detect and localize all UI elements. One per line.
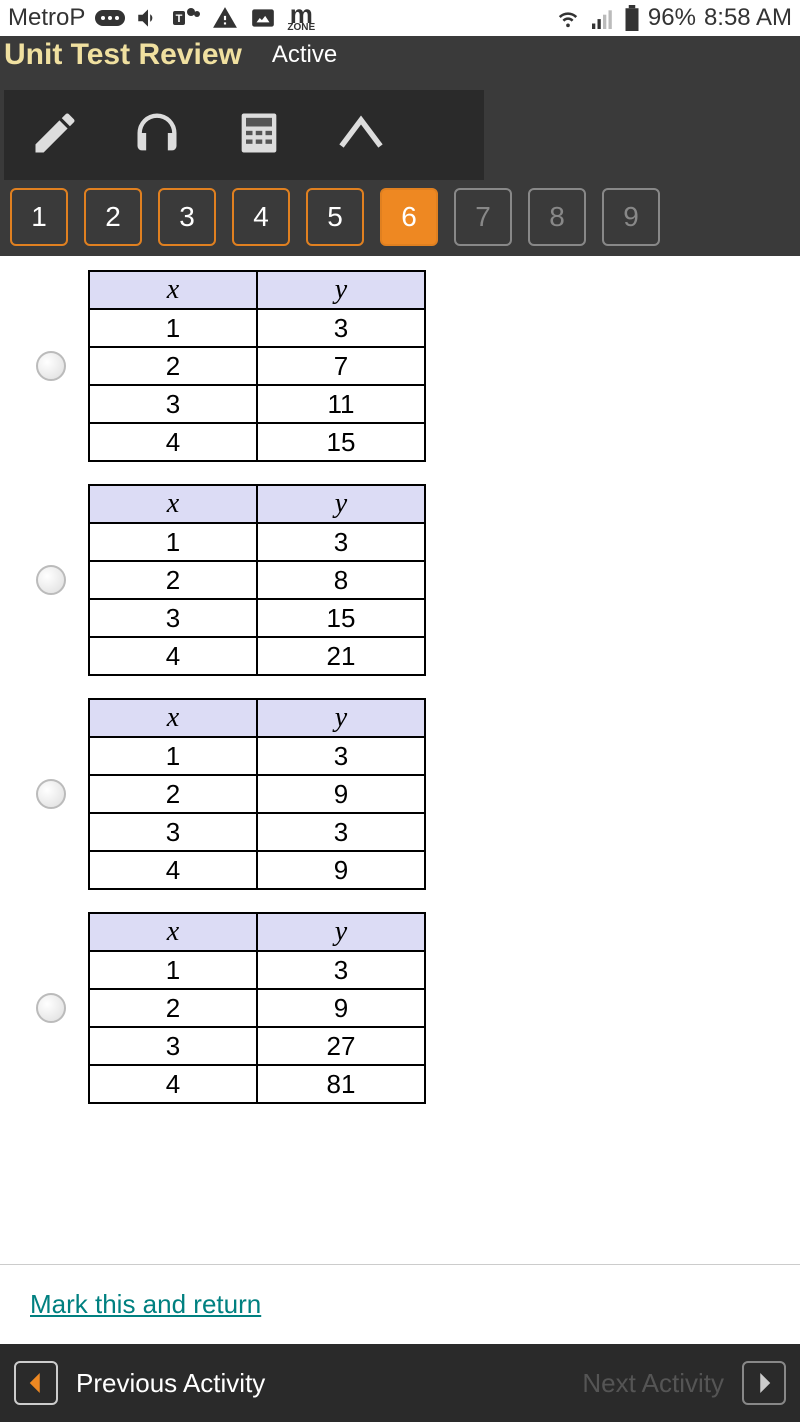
nav-question-2[interactable]: 2 bbox=[84, 188, 142, 246]
table-row: 421 bbox=[89, 637, 425, 675]
table-row: 33 bbox=[89, 813, 425, 851]
compass-icon[interactable] bbox=[335, 107, 387, 164]
option-table: xy1329327481 bbox=[88, 912, 426, 1104]
radio-option-1[interactable] bbox=[36, 351, 66, 381]
table-header: y bbox=[257, 271, 425, 309]
table-row: 327 bbox=[89, 1027, 425, 1065]
nav-question-3[interactable]: 3 bbox=[158, 188, 216, 246]
table-row: 13 bbox=[89, 737, 425, 775]
footer-nav: Previous Activity Next Activity bbox=[0, 1344, 800, 1422]
next-label: Next Activity bbox=[582, 1368, 724, 1399]
option-table: xy1328315421 bbox=[88, 484, 426, 676]
table-row: 13 bbox=[89, 951, 425, 989]
nav-question-1[interactable]: 1 bbox=[10, 188, 68, 246]
mark-return-link[interactable]: Mark this and return bbox=[30, 1289, 261, 1319]
battery-percent: 96% bbox=[648, 4, 696, 32]
volume-icon bbox=[135, 5, 161, 31]
more-icon bbox=[95, 8, 125, 28]
table-row: 315 bbox=[89, 599, 425, 637]
nav-question-4[interactable]: 4 bbox=[232, 188, 290, 246]
table-header: y bbox=[257, 699, 425, 737]
radio-option-3[interactable] bbox=[36, 779, 66, 809]
svg-text:T: T bbox=[176, 13, 183, 25]
table-header: x bbox=[89, 485, 257, 523]
battery-icon bbox=[624, 5, 640, 31]
answer-option: xy1329327481 bbox=[36, 912, 800, 1104]
table-header: x bbox=[89, 699, 257, 737]
next-button[interactable] bbox=[742, 1361, 786, 1405]
radio-option-2[interactable] bbox=[36, 565, 66, 595]
answer-option: xy1327311415 bbox=[36, 270, 800, 462]
signal-icon bbox=[590, 7, 616, 29]
table-row: 28 bbox=[89, 561, 425, 599]
clock-time: 8:58 AM bbox=[704, 4, 792, 32]
mark-area: Mark this and return bbox=[0, 1264, 800, 1344]
mzone-icon: mZONE bbox=[287, 5, 315, 30]
table-row: 13 bbox=[89, 523, 425, 561]
table-row: 311 bbox=[89, 385, 425, 423]
table-header: x bbox=[89, 913, 257, 951]
carrier-label: MetroP bbox=[8, 4, 85, 32]
table-row: 415 bbox=[89, 423, 425, 461]
table-header: x bbox=[89, 271, 257, 309]
nav-question-7: 7 bbox=[454, 188, 512, 246]
answer-option: xy13293349 bbox=[36, 698, 800, 890]
calculator-icon[interactable] bbox=[233, 107, 285, 164]
table-row: 49 bbox=[89, 851, 425, 889]
status-bar: MetroP T mZONE 96% 8:58 AM bbox=[0, 0, 800, 36]
table-header: y bbox=[257, 913, 425, 951]
page-title: Unit Test Review bbox=[4, 38, 242, 72]
table-row: 481 bbox=[89, 1065, 425, 1103]
previous-label: Previous Activity bbox=[76, 1368, 265, 1399]
app-header: Unit Test Review Active 123456789 bbox=[0, 36, 800, 256]
table-row: 29 bbox=[89, 775, 425, 813]
previous-button[interactable] bbox=[14, 1361, 58, 1405]
answer-option: xy1328315421 bbox=[36, 484, 800, 676]
wifi-icon bbox=[554, 7, 582, 29]
warning-icon bbox=[211, 5, 239, 31]
nav-question-5[interactable]: 5 bbox=[306, 188, 364, 246]
nav-question-6[interactable]: 6 bbox=[380, 188, 438, 246]
headphones-icon[interactable] bbox=[131, 107, 183, 164]
teams-icon: T bbox=[171, 5, 201, 31]
table-header: y bbox=[257, 485, 425, 523]
question-content: xy1327311415xy1328315421xy13293349xy1329… bbox=[0, 256, 800, 1264]
nav-question-8: 8 bbox=[528, 188, 586, 246]
table-row: 13 bbox=[89, 309, 425, 347]
toolbar bbox=[4, 90, 484, 180]
table-row: 29 bbox=[89, 989, 425, 1027]
option-table: xy1327311415 bbox=[88, 270, 426, 462]
question-nav: 123456789 bbox=[4, 180, 792, 246]
pencil-icon[interactable] bbox=[29, 107, 81, 164]
page-status: Active bbox=[272, 41, 337, 69]
nav-question-9: 9 bbox=[602, 188, 660, 246]
radio-option-4[interactable] bbox=[36, 993, 66, 1023]
table-row: 27 bbox=[89, 347, 425, 385]
option-table: xy13293349 bbox=[88, 698, 426, 890]
image-icon bbox=[249, 5, 277, 31]
